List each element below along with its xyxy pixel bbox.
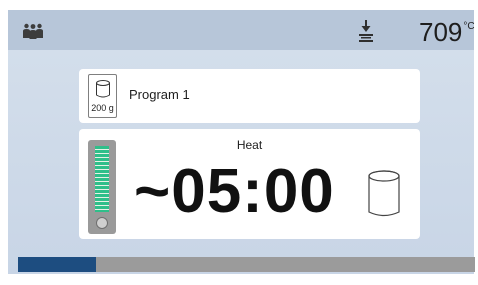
progress-fill: [18, 257, 96, 272]
program-card[interactable]: 200 g Program 1: [79, 69, 420, 123]
furnace-screen: 709°C 200 g Program 1 Heat ~05:00: [0, 0, 478, 285]
status-header: 709°C: [8, 10, 475, 50]
main-panel: 200 g Program 1 Heat ~05:00: [8, 50, 475, 274]
weight-label: 200 g: [91, 103, 114, 113]
temperature-unit: °C: [463, 21, 475, 32]
heat-panel: Heat ~05:00: [79, 129, 420, 239]
vacuum-icon: [359, 20, 373, 42]
program-name: Program 1: [129, 87, 190, 102]
users-icon[interactable]: [22, 23, 44, 39]
level-bars: [95, 146, 109, 212]
gauge-icon: [96, 217, 108, 229]
object-weight-button[interactable]: 200 g: [88, 74, 117, 118]
cylinder-icon: [96, 80, 110, 98]
progress-bar: [18, 257, 475, 272]
phase-title: Heat: [236, 138, 263, 152]
level-gauge: [88, 140, 116, 234]
temperature-display: 709°C: [419, 17, 475, 47]
temperature-value: 709: [419, 17, 463, 47]
level-fill: [95, 146, 109, 212]
firing-tray-icon: [368, 170, 400, 217]
remaining-time: ~05:00: [134, 157, 335, 226]
